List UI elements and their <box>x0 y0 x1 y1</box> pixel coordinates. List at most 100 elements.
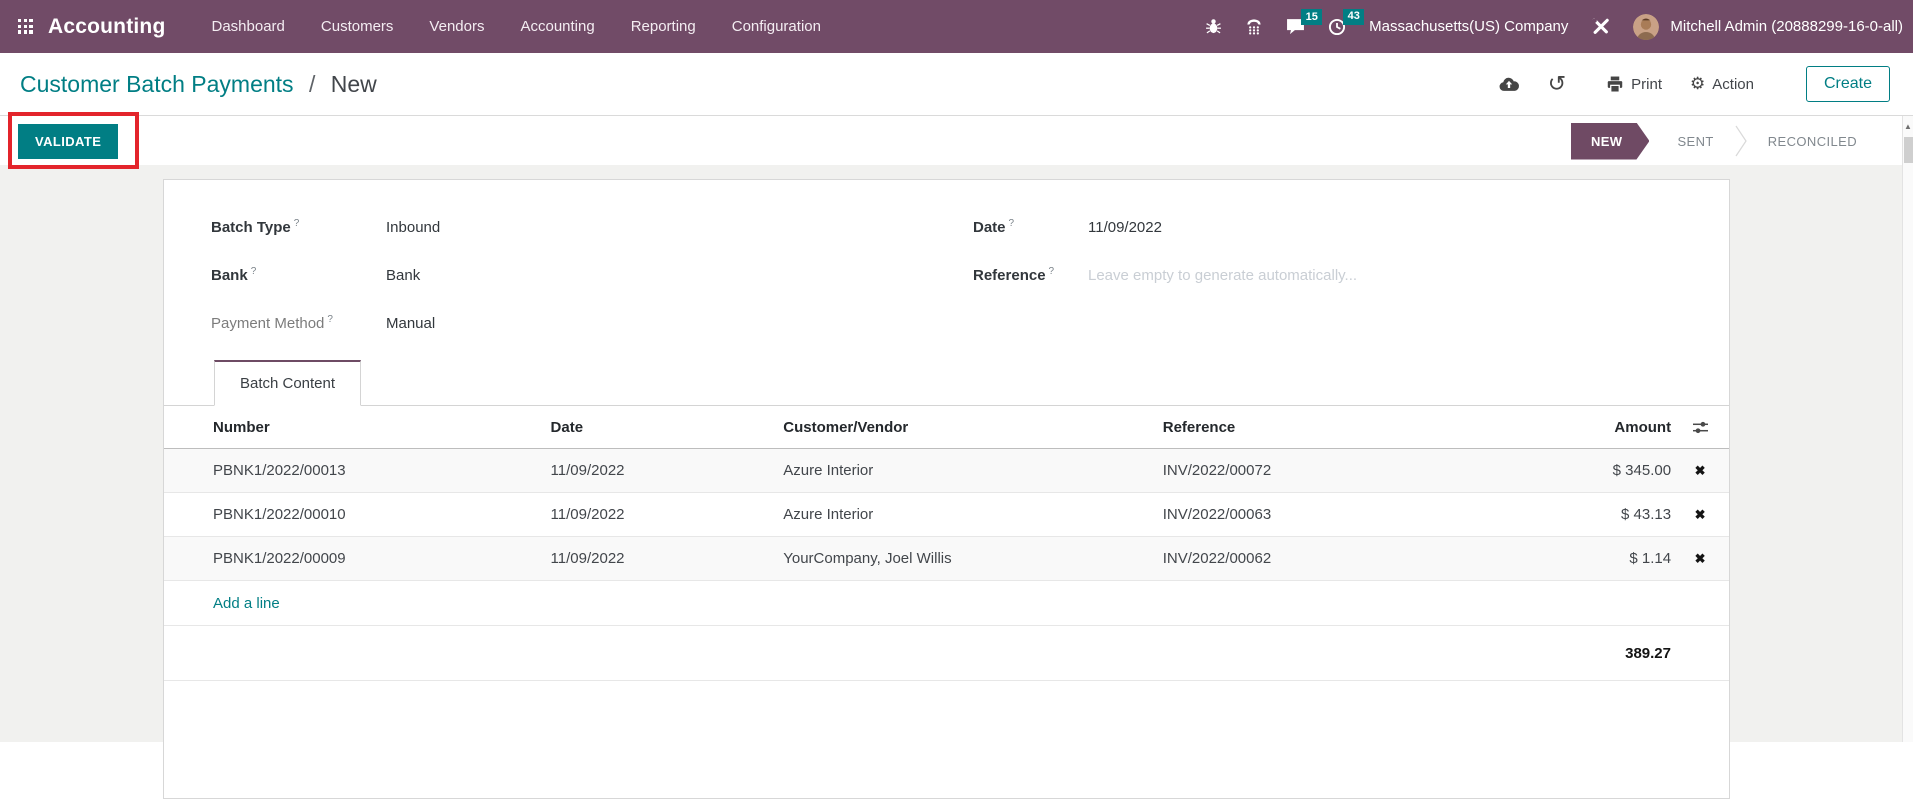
company-switcher[interactable]: Massachusetts(US) Company <box>1369 18 1568 35</box>
messages-icon[interactable]: 15 <box>1286 18 1305 35</box>
help-icon: ? <box>1009 218 1015 229</box>
stage-reconciled[interactable]: RECONCILED <box>1748 134 1877 149</box>
cell-number: PBNK1/2022/00013 <box>213 462 551 479</box>
menu-configuration[interactable]: Configuration <box>732 18 821 35</box>
discard-undo-icon[interactable]: ↺ <box>1548 75 1566 93</box>
vertical-scrollbar[interactable]: ▲ <box>1902 116 1913 742</box>
bank-label: Bank? <box>211 266 386 284</box>
tools-icon[interactable] <box>1591 17 1610 36</box>
cell-amount: $ 1.14 <box>1492 550 1671 567</box>
cell-date: 11/09/2022 <box>551 506 784 523</box>
field-batch-type: Batch Type? Inbound <box>211 203 973 251</box>
status-bar: VALIDATE NEW SENT RECONCILED <box>0 117 1913 165</box>
menu-reporting[interactable]: Reporting <box>631 18 696 35</box>
total-row: 389.27 <box>164 626 1729 681</box>
batch-type-label: Batch Type? <box>211 218 386 236</box>
reference-label: Reference? <box>973 266 1088 284</box>
col-date[interactable]: Date <box>551 419 784 436</box>
delete-row-icon[interactable]: ✖ <box>1695 463 1706 479</box>
scroll-up-icon[interactable]: ▲ <box>1903 116 1913 131</box>
reference-input[interactable] <box>1088 267 1518 284</box>
field-payment-method: Payment Method? Manual <box>211 299 973 347</box>
table-row[interactable]: PBNK1/2022/00013 11/09/2022 Azure Interi… <box>164 449 1729 493</box>
cell-reference: INV/2022/00063 <box>1163 506 1493 523</box>
form-sheet: Batch Type? Inbound Bank? Bank Payment M… <box>163 179 1730 799</box>
help-icon: ? <box>294 218 300 229</box>
form-fields: Batch Type? Inbound Bank? Bank Payment M… <box>164 180 1729 347</box>
breadcrumb-current: New <box>331 71 377 97</box>
print-label: Print <box>1631 76 1662 93</box>
col-customer-vendor[interactable]: Customer/Vendor <box>783 419 1163 436</box>
bank-value[interactable]: Bank <box>386 267 420 284</box>
print-button[interactable]: Print <box>1606 76 1662 93</box>
col-amount[interactable]: Amount <box>1492 419 1671 436</box>
batch-type-value[interactable]: Inbound <box>386 219 440 236</box>
top-nav: Accounting Dashboard Customers Vendors A… <box>0 0 1913 53</box>
amount-total: 389.27 <box>1625 645 1671 662</box>
cell-date: 11/09/2022 <box>551 550 784 567</box>
tab-batch-content[interactable]: Batch Content <box>214 360 361 406</box>
payment-method-label: Payment Method? <box>211 314 386 332</box>
apps-grid-icon[interactable] <box>18 19 33 34</box>
menu-customers[interactable]: Customers <box>321 18 394 35</box>
menu-accounting[interactable]: Accounting <box>520 18 594 35</box>
batch-content-table: Number Date Customer/Vendor Reference Am… <box>164 406 1729 681</box>
cell-date: 11/09/2022 <box>551 462 784 479</box>
app-title[interactable]: Accounting <box>48 15 166 39</box>
scrollbar-thumb[interactable] <box>1904 137 1913 163</box>
cell-amount: $ 345.00 <box>1492 462 1671 479</box>
breadcrumb: Customer Batch Payments / New <box>20 71 377 98</box>
cell-reference: INV/2022/00072 <box>1163 462 1493 479</box>
breadcrumb-separator: / <box>309 71 315 97</box>
activities-clock-icon[interactable]: 43 <box>1328 18 1346 36</box>
action-label: Action <box>1712 76 1754 93</box>
cell-customer-vendor: Azure Interior <box>783 462 1163 479</box>
field-date: Date? 11/09/2022 <box>973 203 1729 251</box>
help-icon: ? <box>327 314 333 325</box>
date-label: Date? <box>973 218 1088 236</box>
table-row[interactable]: PBNK1/2022/00010 11/09/2022 Azure Interi… <box>164 493 1729 537</box>
help-icon: ? <box>251 266 257 277</box>
menu-dashboard[interactable]: Dashboard <box>212 18 285 35</box>
create-button[interactable]: Create <box>1806 66 1890 102</box>
activities-count-badge: 43 <box>1343 9 1364 25</box>
control-bar: Customer Batch Payments / New ↺ Print ⚙ … <box>0 53 1913 116</box>
stage-sent[interactable]: SENT <box>1657 134 1733 149</box>
menu-vendors[interactable]: Vendors <box>429 18 484 35</box>
col-number[interactable]: Number <box>213 419 551 436</box>
breadcrumb-parent[interactable]: Customer Batch Payments <box>20 71 294 97</box>
table-header: Number Date Customer/Vendor Reference Am… <box>164 406 1729 449</box>
cell-amount: $ 43.13 <box>1492 506 1671 523</box>
cell-reference: INV/2022/00062 <box>1163 550 1493 567</box>
debug-bug-icon[interactable] <box>1205 18 1222 35</box>
printer-icon <box>1606 76 1624 93</box>
delete-row-icon[interactable]: ✖ <box>1695 551 1706 567</box>
col-reference[interactable]: Reference <box>1163 419 1493 436</box>
field-reference: Reference? <box>973 251 1729 299</box>
notebook-tabs: Batch Content <box>164 360 1729 406</box>
messages-count-badge: 15 <box>1301 9 1322 25</box>
table-row[interactable]: PBNK1/2022/00009 11/09/2022 YourCompany,… <box>164 537 1729 581</box>
gear-icon: ⚙ <box>1690 74 1705 94</box>
field-bank: Bank? Bank <box>211 251 973 299</box>
stage-new[interactable]: NEW <box>1571 123 1650 160</box>
nav-systray: 15 43 Massachusetts(US) Company <box>1205 14 1903 40</box>
cell-number: PBNK1/2022/00009 <box>213 550 551 567</box>
cell-customer-vendor: Azure Interior <box>783 506 1163 523</box>
validate-button[interactable]: VALIDATE <box>18 124 118 159</box>
payment-method-value[interactable]: Manual <box>386 315 435 332</box>
action-button[interactable]: ⚙ Action <box>1690 74 1754 94</box>
user-menu[interactable]: Mitchell Admin (20888299-16-0-all) <box>1670 18 1903 35</box>
optional-columns-icon[interactable] <box>1671 421 1729 434</box>
add-a-line-link[interactable]: Add a line <box>164 581 1729 626</box>
delete-row-icon[interactable]: ✖ <box>1695 507 1706 523</box>
stage-pipeline: NEW SENT RECONCILED <box>1571 123 1877 160</box>
voip-phone-icon[interactable] <box>1245 18 1263 36</box>
toolbar: ↺ Print ⚙ Action Create <box>1498 66 1890 102</box>
user-avatar[interactable] <box>1633 14 1659 40</box>
save-cloud-icon[interactable] <box>1498 76 1520 92</box>
cell-customer-vendor: YourCompany, Joel Willis <box>783 550 1163 567</box>
date-value[interactable]: 11/09/2022 <box>1088 219 1162 236</box>
cell-number: PBNK1/2022/00010 <box>213 506 551 523</box>
chevron-right-icon <box>1734 123 1748 159</box>
